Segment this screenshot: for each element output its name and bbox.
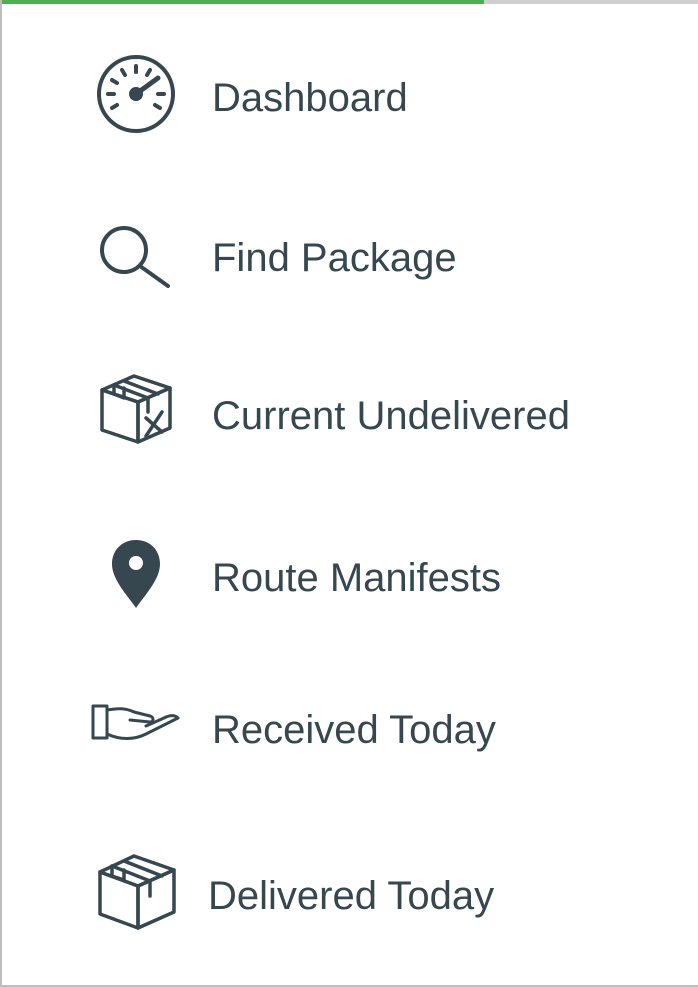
menu-item-find-package[interactable]: Find Package [2, 196, 698, 316]
box-x-icon [98, 370, 174, 446]
menu-item-label: Find Package [212, 236, 457, 280]
menu-item-route-manifests[interactable]: Route Manifests [2, 516, 698, 636]
menu-item-dashboard[interactable]: Dashboard [2, 36, 698, 156]
menu-item-current-undelivered[interactable]: Current Undelivered [2, 354, 698, 474]
navigation-menu: Dashboard Find Package Current Undeliver… [0, 0, 698, 987]
search-icon [98, 224, 172, 290]
menu-item-label: Current Undelivered [212, 394, 570, 438]
menu-item-label: Dashboard [212, 76, 408, 120]
accent-bar-track [484, 0, 698, 4]
menu-item-delivered-today[interactable]: Delivered Today [2, 834, 698, 954]
hand-receive-icon [90, 702, 182, 746]
menu-item-label: Received Today [212, 708, 496, 752]
menu-item-received-today[interactable]: Received Today [2, 668, 698, 788]
menu-item-label: Route Manifests [212, 556, 502, 600]
map-pin-icon [110, 538, 162, 610]
box-icon [96, 850, 178, 932]
menu-item-label: Delivered Today [208, 874, 495, 918]
accent-bar [2, 0, 484, 4]
speedometer-icon [96, 54, 176, 134]
